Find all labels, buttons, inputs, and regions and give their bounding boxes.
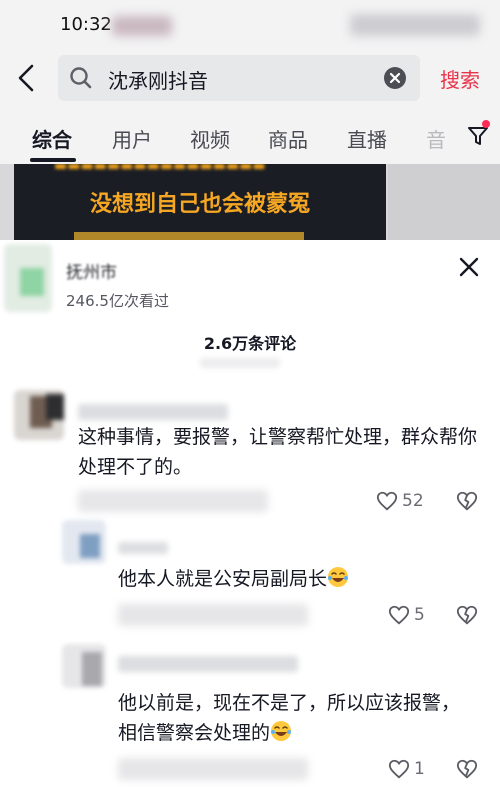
thumbnail-top-text-blur: ▬▬▬▬▬▬▬▬▬▬▬▬▬▬▬▬ <box>54 164 266 174</box>
search-icon <box>70 67 92 89</box>
reply-avatar[interactable] <box>62 644 106 688</box>
comment-count-blur <box>200 358 280 368</box>
view-count: 246.5亿次看过 <box>66 292 169 310</box>
reply-avatar[interactable] <box>62 520 106 564</box>
account-name[interactable]: 抚州市 <box>66 258 117 283</box>
broken-heart-icon[interactable] <box>456 604 478 626</box>
like-count: 52 <box>402 491 424 511</box>
laughing-crying-emoji-icon <box>271 721 292 741</box>
reply-author[interactable] <box>118 656 298 672</box>
search-button[interactable]: 搜索 <box>440 64 480 93</box>
reply-meta <box>118 758 308 780</box>
heart-icon[interactable] <box>388 758 410 780</box>
comment-count: 2.6万条评论 <box>203 334 297 353</box>
broken-heart-icon[interactable] <box>456 758 478 780</box>
comment-sheet: 抚州市 246.5亿次看过 2.6万条评论 这种事情，要报警，让警察帮忙处理，群… <box>0 240 500 787</box>
thumbnail-side-area <box>388 164 500 240</box>
heart-icon[interactable] <box>388 604 410 626</box>
comment-meta <box>78 490 268 512</box>
tab-music[interactable]: 音 <box>426 124 446 153</box>
filter-notification-dot <box>482 120 490 128</box>
reply-meta <box>118 604 308 626</box>
broken-heart-icon[interactable] <box>456 490 478 512</box>
status-time: 10:32 <box>60 14 112 35</box>
close-icon[interactable] <box>458 256 480 278</box>
search-tabs: 综合 用户 视频 商品 直播 音 <box>0 110 500 164</box>
tab-live[interactable]: 直播 <box>347 124 387 153</box>
account-avatar[interactable] <box>4 244 52 312</box>
tab-products[interactable]: 商品 <box>268 124 308 153</box>
tab-comprehensive[interactable]: 综合 <box>32 124 72 153</box>
heart-icon[interactable] <box>376 490 398 512</box>
video-caption: 没想到自己也会被蒙冤 <box>89 192 310 217</box>
search-header: 沈承刚抖音 搜索 <box>0 50 500 110</box>
reply-text-content: 他本人就是公安局副局长 <box>118 568 328 590</box>
thumbnail-bottom-bar <box>74 232 304 240</box>
video-result[interactable]: ▬▬▬▬▬▬▬▬▬▬▬▬▬▬▬▬ 没想到自己也会被蒙冤 <box>0 164 500 240</box>
reply-text: 他以前是，现在不是了，所以应该报警，相信警察会处理的 <box>118 688 478 748</box>
reply-author[interactable] <box>118 542 168 554</box>
reply-text: 他本人就是公安局副局长 <box>118 564 478 594</box>
like-count: 1 <box>414 759 425 779</box>
search-query: 沈承刚抖音 <box>108 69 208 93</box>
back-arrow-icon[interactable] <box>12 62 40 94</box>
clear-icon[interactable] <box>383 66 407 90</box>
search-input[interactable]: 沈承刚抖音 <box>58 55 420 101</box>
video-thumbnail[interactable]: ▬▬▬▬▬▬▬▬▬▬▬▬▬▬▬▬ 没想到自己也会被蒙冤 <box>14 164 386 240</box>
tab-users[interactable]: 用户 <box>112 124 152 153</box>
comment-author[interactable] <box>78 404 228 420</box>
laughing-crying-emoji-icon <box>328 567 349 587</box>
status-blur-right <box>350 14 480 36</box>
status-bar: 10:32 <box>0 0 500 50</box>
tab-videos[interactable]: 视频 <box>190 124 230 153</box>
comment-avatar[interactable] <box>14 390 64 440</box>
status-blur-left <box>112 16 172 36</box>
comment-text: 这种事情，要报警，让警察帮忙处理，群众帮你处理不了的。 <box>78 426 478 478</box>
active-tab-indicator <box>30 158 76 162</box>
like-count: 5 <box>414 605 425 625</box>
